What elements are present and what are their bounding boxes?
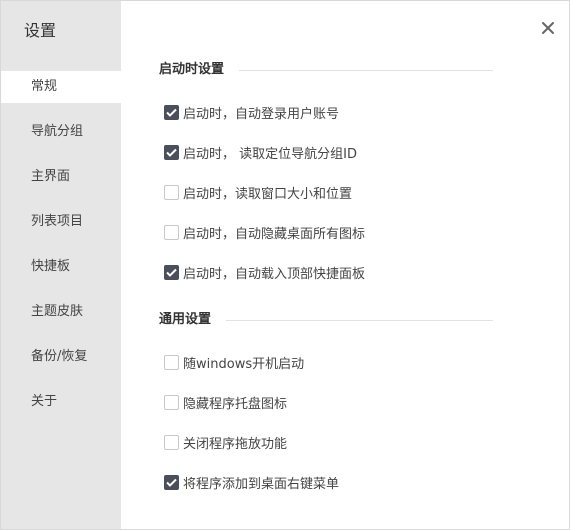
sidebar-item-label: 导航分组: [31, 124, 84, 139]
option-label: 隐藏程序托盘图标: [183, 396, 288, 412]
section-title: 启动时设置: [159, 62, 225, 77]
option-hide-desktop-icons[interactable]: 启动时，自动隐藏桌面所有图标: [164, 222, 365, 242]
close-button[interactable]: [537, 17, 559, 39]
checkbox[interactable]: [164, 144, 179, 160]
sidebar-item-label: 主题皮肤: [31, 304, 84, 319]
sidebar-item-theme-skin[interactable]: 主题皮肤: [1, 296, 121, 328]
option-label: 随windows开机启动: [183, 356, 305, 372]
sidebar-item-label: 常规: [31, 79, 58, 94]
checkbox[interactable]: [164, 434, 179, 450]
option-label: 启动时，自动登录用户账号: [183, 106, 340, 122]
option-label: 启动时， 读取定位导航分组ID: [183, 146, 357, 162]
option-start-with-windows[interactable]: 随windows开机启动: [164, 352, 304, 372]
option-label: 启动时，自动隐藏桌面所有图标: [183, 226, 366, 242]
checkmark-icon: [166, 268, 177, 277]
sidebar-item-label: 关于: [31, 394, 58, 409]
sidebar-item-backup-restore[interactable]: 备份/恢复: [1, 341, 121, 373]
option-load-top-panel[interactable]: 启动时，自动载入顶部快捷面板: [164, 262, 365, 282]
checkmark-icon: [166, 148, 177, 157]
checkbox[interactable]: [164, 104, 179, 120]
section-general: 通用设置: [159, 310, 493, 330]
option-context-menu[interactable]: 将程序添加到桌面右键菜单: [164, 472, 339, 492]
sidebar-item-label: 备份/恢复: [31, 349, 88, 364]
section-divider: [239, 70, 493, 71]
checkbox[interactable]: [164, 354, 179, 370]
checkbox[interactable]: [164, 474, 179, 490]
option-label: 启动时，读取窗口大小和位置: [183, 186, 353, 202]
option-label: 关闭程序拖放功能: [183, 436, 288, 452]
settings-window: 设置 常规 导航分组 主界面 列表项目 快捷板 主题皮肤 备份/恢复 关于 启动…: [0, 0, 570, 530]
section-title: 通用设置: [159, 312, 212, 327]
sidebar-item-label: 快捷板: [31, 259, 71, 274]
sidebar-item-list-items[interactable]: 列表项目: [1, 206, 121, 238]
close-icon: [542, 22, 554, 34]
section-divider: [226, 320, 493, 321]
option-auto-login[interactable]: 启动时，自动登录用户账号: [164, 102, 339, 122]
checkbox[interactable]: [164, 184, 179, 200]
checkmark-icon: [166, 108, 177, 117]
sidebar-item-label: 列表项目: [31, 214, 84, 229]
option-label: 将程序添加到桌面右键菜单: [183, 476, 340, 492]
checkmark-icon: [166, 478, 177, 487]
option-disable-drag-drop[interactable]: 关闭程序拖放功能: [164, 432, 287, 452]
window-title: 设置: [24, 21, 57, 40]
sidebar-item-label: 主界面: [31, 169, 71, 184]
checkbox[interactable]: [164, 264, 179, 280]
option-read-window-size[interactable]: 启动时，读取窗口大小和位置: [164, 182, 352, 202]
checkbox[interactable]: [164, 224, 179, 240]
option-hide-tray-icon[interactable]: 隐藏程序托盘图标: [164, 392, 287, 412]
sidebar-item-main-interface[interactable]: 主界面: [1, 161, 121, 193]
sidebar-item-about[interactable]: 关于: [1, 386, 121, 418]
sidebar-item-general[interactable]: 常规: [1, 71, 121, 103]
sidebar: 设置 常规 导航分组 主界面 列表项目 快捷板 主题皮肤 备份/恢复 关于: [1, 1, 121, 529]
sidebar-item-nav-groups[interactable]: 导航分组: [1, 116, 121, 148]
sidebar-item-quick-panel[interactable]: 快捷板: [1, 251, 121, 283]
option-read-nav-group[interactable]: 启动时， 读取定位导航分组ID: [164, 142, 357, 162]
option-label: 启动时，自动载入顶部快捷面板: [183, 266, 366, 282]
checkbox[interactable]: [164, 394, 179, 410]
section-startup: 启动时设置: [159, 60, 493, 80]
